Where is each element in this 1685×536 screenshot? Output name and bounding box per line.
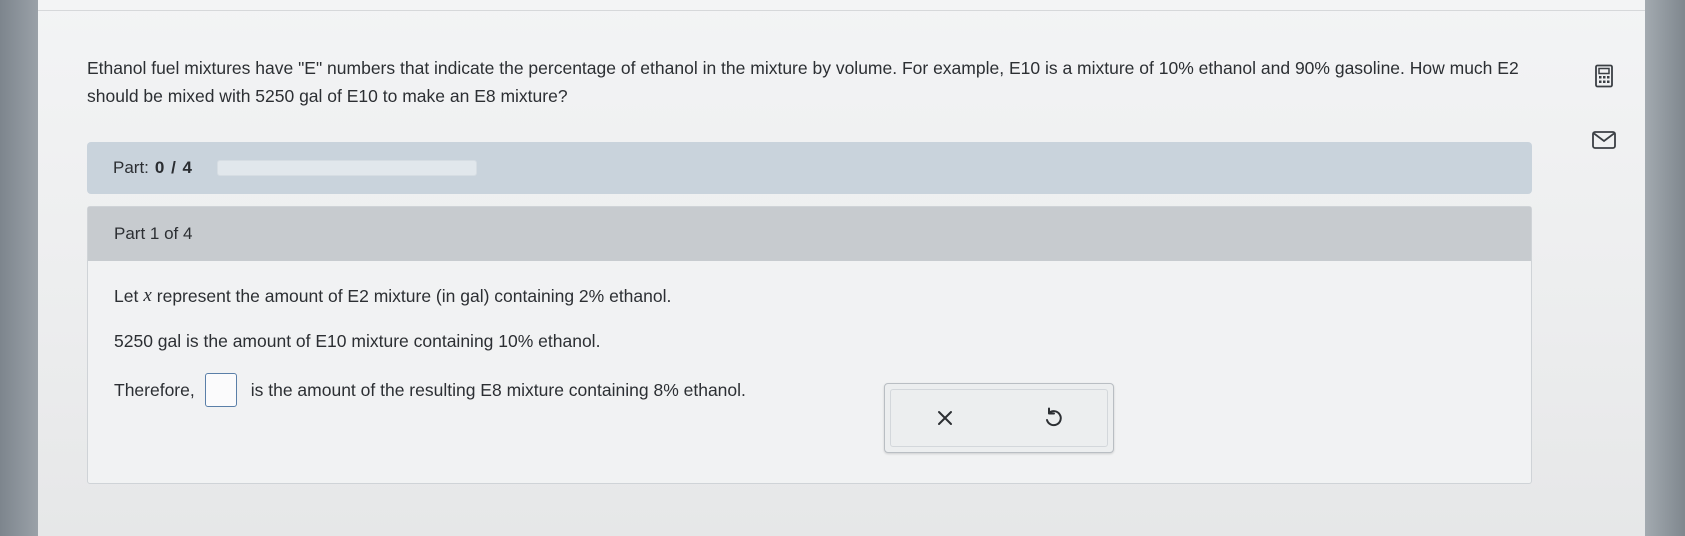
calculator-icon[interactable] bbox=[1591, 64, 1617, 88]
clear-button[interactable] bbox=[921, 398, 969, 438]
photo-bezel-right bbox=[1645, 0, 1685, 536]
line3-pre: Therefore, bbox=[114, 379, 195, 400]
undo-button[interactable] bbox=[1029, 398, 1077, 438]
top-divider bbox=[38, 10, 1645, 11]
screen: Ethanol fuel mixtures have "E" numbers t… bbox=[38, 0, 1645, 536]
answer-actions-inner bbox=[890, 389, 1108, 447]
part-progress-label: Part: bbox=[113, 158, 149, 177]
close-icon bbox=[938, 411, 952, 425]
part-header: Part 1 of 4 bbox=[88, 207, 1531, 261]
line3-post: is the amount of the resulting E8 mixtur… bbox=[250, 379, 746, 400]
answer-actions bbox=[884, 383, 1114, 453]
line2-text: 5250 gal is the amount of E10 mixture co… bbox=[114, 331, 601, 351]
part-progress-count: 0 / 4 bbox=[154, 158, 193, 177]
statement-line-2: 5250 gal is the amount of E10 mixture co… bbox=[114, 331, 600, 352]
statement-line-1: Let x represent the amount of E2 mixture… bbox=[114, 285, 671, 307]
undo-icon bbox=[1046, 407, 1062, 427]
part-panel: Part 1 of 4 Let x represent the amount o… bbox=[87, 206, 1532, 484]
part-progress-bar: Part: 0 / 4 bbox=[87, 142, 1532, 194]
line1-pre: Let bbox=[114, 285, 139, 306]
answer-input[interactable] bbox=[204, 373, 237, 407]
line1-post: represent the amount of E2 mixture (in g… bbox=[156, 285, 672, 306]
statement-line-3: Therefore, is the amount of the resultin… bbox=[114, 373, 746, 407]
question-text: Ethanol fuel mixtures have "E" numbers t… bbox=[87, 58, 1519, 106]
variable-x: x bbox=[143, 285, 152, 306]
photo-bezel-left bbox=[0, 0, 38, 536]
progress-track bbox=[217, 160, 477, 176]
mail-icon[interactable] bbox=[1591, 128, 1617, 152]
